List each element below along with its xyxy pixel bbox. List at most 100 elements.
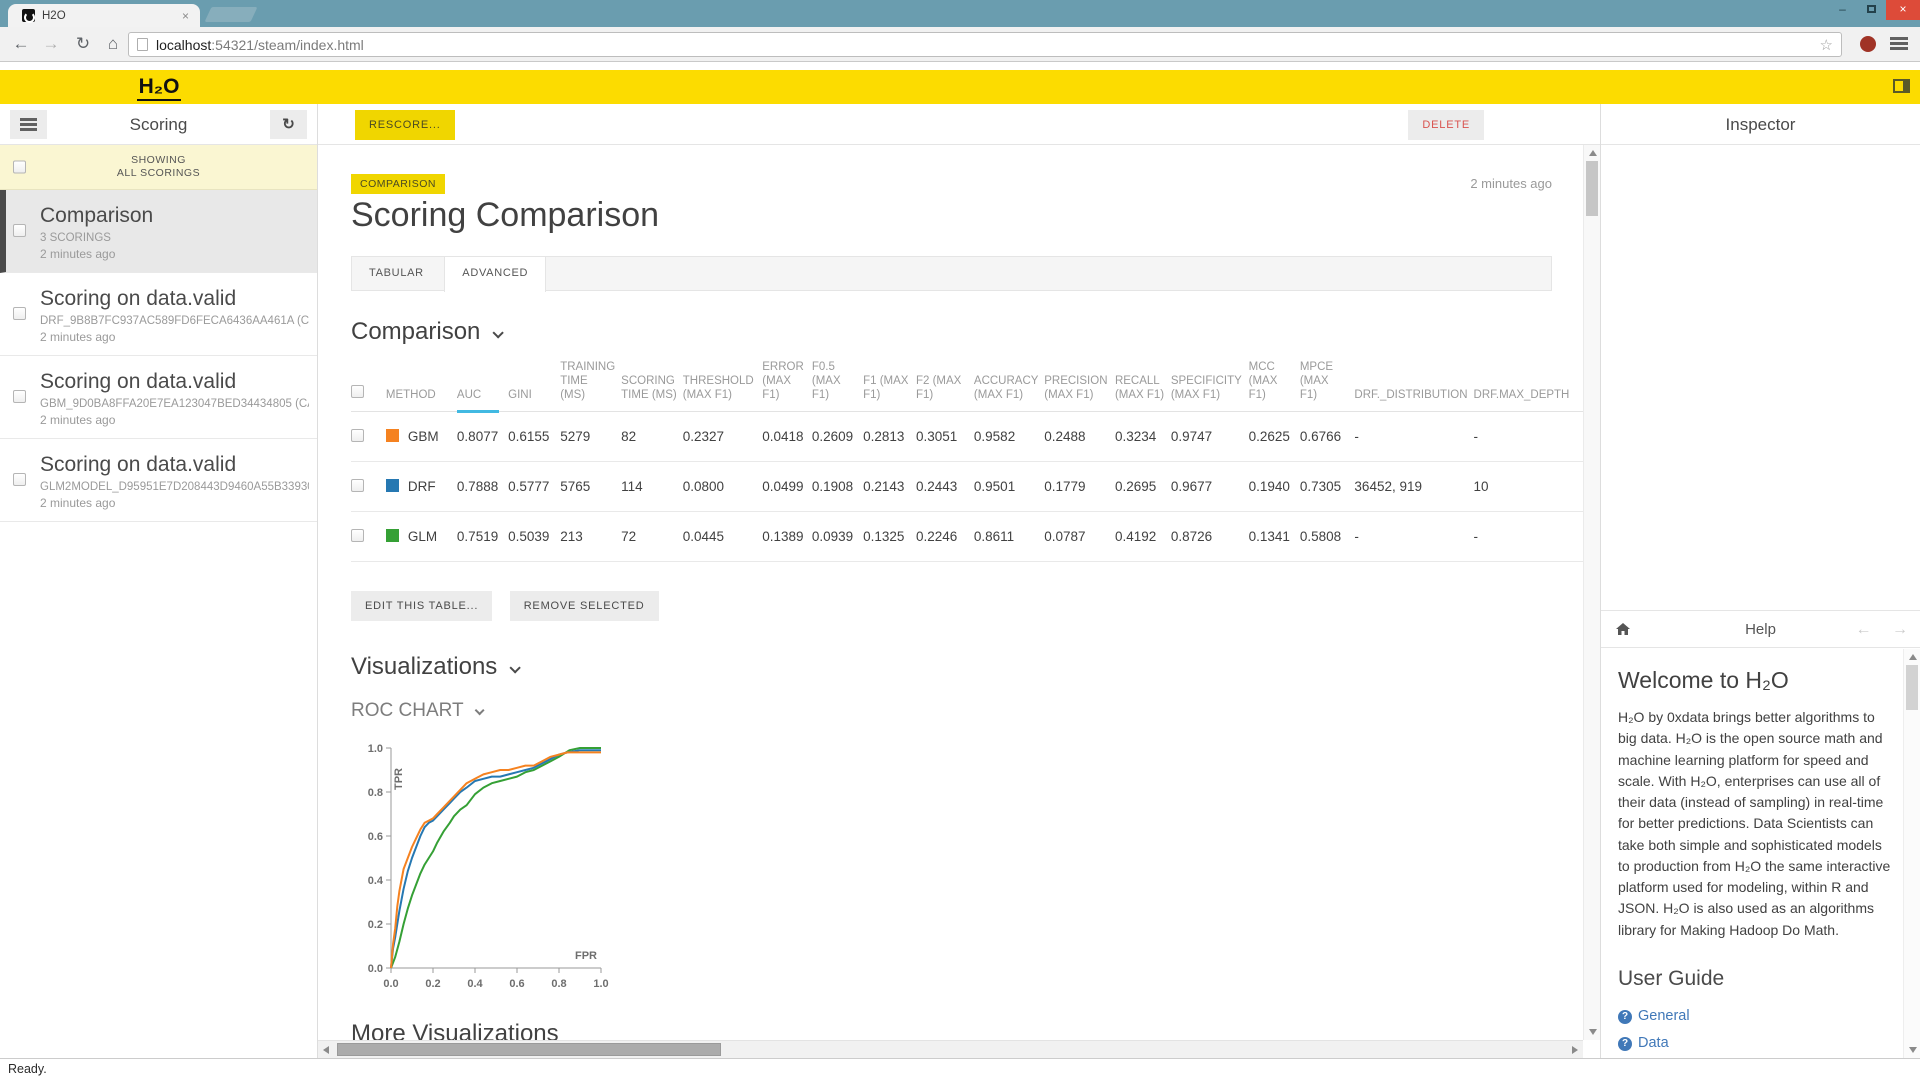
- column-header-f2[interactable]: F2 (MAX F1): [916, 360, 974, 412]
- item-title: Scoring on data.valid: [40, 369, 309, 395]
- column-header-scoring[interactable]: SCORING TIME (MS): [621, 360, 683, 412]
- table-cell: 0.9501: [974, 462, 1044, 512]
- column-header-mcc[interactable]: MCC (MAX F1): [1249, 360, 1300, 412]
- column-header-accuracy[interactable]: ACCURACY (MAX F1): [974, 360, 1044, 412]
- svg-text:0.4: 0.4: [467, 978, 483, 990]
- select-all-scorings-checkbox[interactable]: [13, 161, 26, 174]
- scroll-left-icon[interactable]: [323, 1046, 329, 1054]
- table-cell: 0.6155: [508, 412, 560, 462]
- menu-hamburger-icon[interactable]: [10, 110, 47, 139]
- column-header-precision[interactable]: PRECISION (MAX F1): [1044, 360, 1115, 412]
- select-all-checkbox[interactable]: [351, 385, 364, 398]
- chevron-down-icon: [510, 662, 521, 673]
- scorings-filter-row[interactable]: SHOWING ALL SCORINGS: [0, 145, 317, 190]
- column-header-drf._distribution[interactable]: DRF._DISTRIBUTION: [1354, 360, 1473, 412]
- item-checkbox[interactable]: [13, 307, 26, 320]
- column-header-f1[interactable]: F1 (MAX F1): [863, 360, 916, 412]
- column-header-error[interactable]: ERROR (MAX F1): [762, 360, 812, 412]
- edit-table-button[interactable]: EDIT THIS TABLE...: [351, 591, 492, 621]
- forward-icon[interactable]: →: [38, 27, 64, 61]
- close-button[interactable]: ×: [1886, 0, 1920, 20]
- browser-tab[interactable]: H2O ×: [8, 4, 200, 27]
- column-header-drf.max_depth[interactable]: DRF.MAX_DEPTH: [1474, 360, 1584, 412]
- reload-icon[interactable]: ↻: [70, 27, 96, 61]
- column-header-training[interactable]: TRAINING TIME (MS): [560, 360, 621, 412]
- column-header-mpce[interactable]: MPCE (MAX F1): [1300, 360, 1355, 412]
- select-all-header[interactable]: [351, 360, 386, 412]
- column-header-f0.5[interactable]: F0.5 (MAX F1): [812, 360, 863, 412]
- help-scrollbar[interactable]: [1903, 649, 1920, 1058]
- table-cell: 0.2143: [863, 462, 916, 512]
- maximize-button[interactable]: [1857, 0, 1886, 20]
- scroll-down-icon[interactable]: [1589, 1029, 1597, 1035]
- column-header-threshold[interactable]: THRESHOLD (MAX F1): [683, 360, 763, 412]
- table-cell: 114: [621, 462, 683, 512]
- scroll-down-icon[interactable]: [1909, 1047, 1917, 1053]
- roc-chart-heading[interactable]: ROC CHART: [351, 700, 481, 722]
- help-body-text: H₂O by 0xdata brings better algorithms t…: [1618, 707, 1891, 941]
- scroll-right-icon[interactable]: [1572, 1046, 1578, 1054]
- tab-close-icon[interactable]: ×: [179, 9, 192, 23]
- item-checkbox[interactable]: [13, 224, 26, 237]
- item-checkbox[interactable]: [13, 473, 26, 486]
- scrollbar-thumb[interactable]: [337, 1043, 721, 1056]
- guide-link-general[interactable]: ?General: [1618, 1003, 1891, 1030]
- svg-text:TPR: TPR: [393, 768, 405, 790]
- extension-icon[interactable]: [1860, 36, 1876, 52]
- back-icon[interactable]: ←: [8, 27, 34, 61]
- row-checkbox[interactable]: [351, 479, 364, 492]
- vertical-scrollbar[interactable]: [1583, 145, 1600, 1040]
- help-circle-icon: ?: [1618, 1037, 1632, 1051]
- new-tab-button[interactable]: [205, 7, 258, 22]
- row-checkbox[interactable]: [351, 529, 364, 542]
- column-header-recall[interactable]: RECALL (MAX F1): [1115, 360, 1171, 412]
- table-cell: 0.2443: [916, 462, 974, 512]
- sidebar-item-comparison[interactable]: Comparison 3 SCORINGS 2 minutes ago: [0, 190, 317, 273]
- visualizations-section-heading[interactable]: Visualizations: [351, 653, 517, 681]
- item-checkbox[interactable]: [13, 390, 26, 403]
- scrollbar-thumb[interactable]: [1586, 161, 1598, 216]
- column-header-method[interactable]: METHOD: [386, 360, 457, 412]
- refresh-icon[interactable]: ↻: [270, 110, 307, 139]
- status-bar: Ready.: [0, 1058, 1920, 1080]
- column-header-gini[interactable]: GINI: [508, 360, 560, 412]
- scrollbar-thumb[interactable]: [1906, 665, 1918, 710]
- table-cell: 5279: [560, 412, 621, 462]
- bookmark-star-icon[interactable]: ☆: [1820, 36, 1833, 54]
- sidebar-item-scoring-drf[interactable]: Scoring on data.valid DRF_9B8B7FC937AC58…: [0, 273, 317, 356]
- panel-toggle-icon[interactable]: [1893, 79, 1910, 93]
- browser-menu-icon[interactable]: [1890, 37, 1908, 50]
- scroll-up-icon[interactable]: [1589, 150, 1597, 156]
- rescore-button[interactable]: RESCORE...: [355, 110, 455, 140]
- filter-label: ALL SCORINGS: [0, 167, 317, 180]
- sidebar-item-scoring-glm[interactable]: Scoring on data.valid GLM2MODEL_D95951E7…: [0, 439, 317, 522]
- method-label: GBM: [408, 429, 439, 444]
- table-cell: 0.8726: [1171, 512, 1249, 562]
- roc-chart-label: ROC CHART: [351, 700, 464, 721]
- comparison-section-heading[interactable]: Comparison: [351, 318, 500, 346]
- table-body: GBM0.80770.61555279820.23270.04180.26090…: [351, 412, 1584, 562]
- column-header-specificity[interactable]: SPECIFICITY (MAX F1): [1171, 360, 1249, 412]
- table-cell: -: [1474, 512, 1584, 562]
- help-forward-icon[interactable]: →: [1892, 621, 1908, 638]
- table-header-row: METHODAUCGINITRAINING TIME (MS)SCORING T…: [351, 360, 1584, 412]
- roc-chart-svg: 0.00.20.40.60.81.00.00.20.40.60.81.0TPRF…: [351, 732, 623, 994]
- guide-link-data[interactable]: ?Data: [1618, 1030, 1891, 1057]
- page-title: Scoring Comparison: [351, 196, 659, 235]
- minimize-button[interactable]: –: [1828, 0, 1857, 20]
- url-bar[interactable]: localhost :54321/steam/index.html ☆: [128, 32, 1842, 57]
- tab-title: H2O: [42, 10, 179, 22]
- column-header-auc[interactable]: AUC: [457, 360, 508, 412]
- scroll-up-icon[interactable]: [1909, 654, 1917, 660]
- remove-selected-button[interactable]: REMOVE SELECTED: [510, 591, 659, 621]
- help-back-icon[interactable]: ←: [1856, 621, 1872, 638]
- delete-button[interactable]: DELETE: [1408, 110, 1484, 140]
- home-icon[interactable]: ⌂: [100, 27, 126, 61]
- tab-advanced[interactable]: ADVANCED: [444, 257, 546, 292]
- sidebar-item-scoring-gbm[interactable]: Scoring on data.valid GBM_9D0BA8FFA20E7E…: [0, 356, 317, 439]
- help-home-icon[interactable]: [1615, 622, 1631, 641]
- row-checkbox[interactable]: [351, 429, 364, 442]
- table-cell: 0.7519: [457, 512, 508, 562]
- horizontal-scrollbar[interactable]: [318, 1040, 1583, 1058]
- tab-tabular[interactable]: TABULAR: [352, 257, 441, 292]
